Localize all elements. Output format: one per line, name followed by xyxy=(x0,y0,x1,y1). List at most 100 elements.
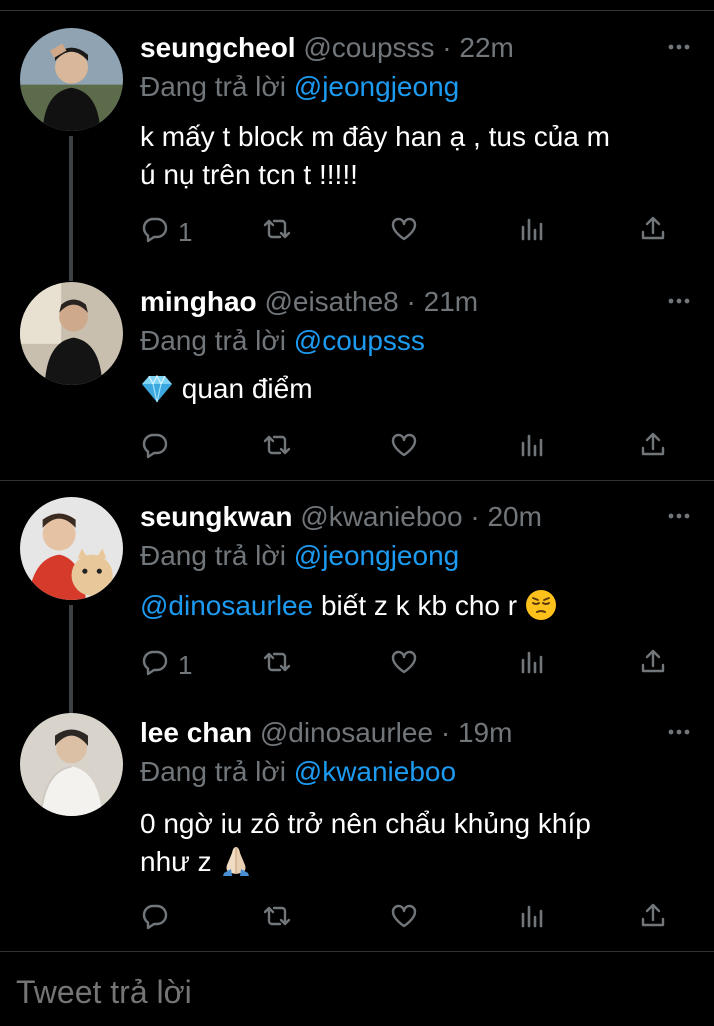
more-icon[interactable] xyxy=(666,503,692,529)
retweet-button[interactable] xyxy=(262,647,292,683)
share-icon xyxy=(638,430,668,467)
replying-to-label: Đang trả lời xyxy=(140,540,286,571)
retweet-button[interactable] xyxy=(262,214,292,250)
separator-dot: · xyxy=(440,717,451,748)
more-icon[interactable] xyxy=(666,288,692,314)
tweet-header: seungcheol @coupsss · 22m xyxy=(140,28,514,68)
retweet-icon xyxy=(262,430,292,467)
reply-icon xyxy=(140,647,170,684)
share-icon xyxy=(638,647,668,684)
replying-to-label: Đang trả lời xyxy=(140,325,286,356)
timestamp[interactable]: 19m xyxy=(458,717,512,748)
tweet[interactable]: seungcheol @coupsss · 22m Đang trả lời @… xyxy=(0,28,714,281)
display-name[interactable]: minghao xyxy=(140,286,257,317)
replying-to-label: Đang trả lời xyxy=(140,71,286,102)
display-name[interactable]: seungkwan xyxy=(140,501,292,532)
like-button[interactable] xyxy=(389,430,419,466)
replying-to: Đang trả lời @kwanieboo xyxy=(140,753,456,791)
analytics-icon xyxy=(516,647,546,684)
retweet-icon xyxy=(262,901,292,938)
tweet-text: 0 ngờ iu zô trở nên chẩu khủng khíp như … xyxy=(140,805,680,887)
reply-count: 1 xyxy=(178,649,193,680)
replying-to: Đang trả lời @jeongjeong xyxy=(140,537,459,575)
replying-to-mention[interactable]: @jeongjeong xyxy=(294,71,459,102)
tweet-text-line: k mấy t block m đây han ạ , tus của m xyxy=(140,121,610,152)
analytics-icon xyxy=(516,901,546,938)
like-icon xyxy=(389,647,419,684)
more-icon[interactable] xyxy=(666,719,692,745)
tweet[interactable]: minghao @eisathe8 · 21m Đang trả lời @co… xyxy=(0,282,714,472)
analytics-icon xyxy=(516,430,546,467)
like-button[interactable] xyxy=(389,214,419,250)
replying-to-mention[interactable]: @coupsss xyxy=(294,325,425,356)
separator-dot: · xyxy=(470,501,480,532)
display-name[interactable]: lee chan xyxy=(140,717,252,748)
tweet-text-line: 0 ngờ iu zô trở nên chẩu khủng khíp xyxy=(140,808,591,839)
like-button[interactable] xyxy=(389,647,419,683)
reply-composer xyxy=(0,954,714,1026)
tweet-text-line-2: như z xyxy=(140,843,680,887)
pensive-face-emoji xyxy=(525,589,557,631)
tweet-header: minghao @eisathe8 · 21m xyxy=(140,282,478,322)
reply-count: 1 xyxy=(178,216,193,247)
tweet-text: quan điểm xyxy=(140,370,680,414)
retweet-icon xyxy=(262,647,292,684)
retweet-icon xyxy=(262,214,292,251)
retweet-button[interactable] xyxy=(262,430,292,466)
like-button[interactable] xyxy=(389,901,419,937)
tweet-text-line: ú nụ trên tcn t !!!!! xyxy=(140,159,358,190)
timestamp[interactable]: 20m xyxy=(487,501,541,532)
share-icon xyxy=(638,901,668,938)
analytics-button[interactable] xyxy=(516,901,546,937)
tweet-text-content: quan điểm xyxy=(181,373,313,404)
tweet-actions xyxy=(140,901,680,937)
avatar[interactable] xyxy=(20,713,123,816)
user-handle[interactable]: @dinosaurlee xyxy=(260,717,433,748)
tweet[interactable]: seungkwan @kwanieboo · 20m Đang trả lời … xyxy=(0,497,714,717)
like-icon xyxy=(389,430,419,467)
timestamp[interactable]: 21m xyxy=(424,286,478,317)
share-button[interactable] xyxy=(638,430,668,466)
tweet-text-mention[interactable]: @dinosaurlee xyxy=(140,590,313,621)
reply-icon xyxy=(140,214,170,251)
tweet-text-content: như z xyxy=(140,846,212,877)
display-name[interactable]: seungcheol xyxy=(140,32,296,63)
analytics-button[interactable] xyxy=(516,430,546,466)
reply-icon xyxy=(140,901,170,938)
replying-to: Đang trả lời @jeongjeong xyxy=(140,68,459,106)
folded-hands-emoji xyxy=(219,843,253,887)
tweet[interactable]: lee chan @dinosaurlee · 19m Đang trả lời… xyxy=(0,713,714,948)
replying-to-mention[interactable]: @jeongjeong xyxy=(294,540,459,571)
share-icon xyxy=(638,214,668,251)
analytics-button[interactable] xyxy=(516,214,546,250)
top-divider xyxy=(0,10,714,11)
retweet-button[interactable] xyxy=(262,901,292,937)
replying-to-mention[interactable]: @kwanieboo xyxy=(294,756,456,787)
like-icon xyxy=(389,214,419,251)
tweet-actions: 1 xyxy=(140,214,680,250)
reply-input[interactable] xyxy=(16,974,696,1011)
more-icon[interactable] xyxy=(666,34,692,60)
reply-button[interactable] xyxy=(140,430,170,466)
share-button[interactable] xyxy=(638,901,668,937)
gem-emoji xyxy=(140,374,174,414)
tweet-actions xyxy=(140,430,680,466)
avatar[interactable] xyxy=(20,28,123,131)
timestamp[interactable]: 22m xyxy=(459,32,513,63)
reply-button[interactable]: 1 xyxy=(140,214,192,250)
user-handle[interactable]: @coupsss xyxy=(303,32,434,63)
avatar[interactable] xyxy=(20,282,123,385)
avatar[interactable] xyxy=(20,497,123,600)
reply-button[interactable] xyxy=(140,901,170,937)
user-handle[interactable]: @eisathe8 xyxy=(264,286,398,317)
tweet-text: k mấy t block m đây han ạ , tus của m ú … xyxy=(140,118,680,194)
tweet-actions: 1 xyxy=(140,647,680,683)
replying-to: Đang trả lời @coupsss xyxy=(140,322,425,360)
share-button[interactable] xyxy=(638,647,668,683)
analytics-button[interactable] xyxy=(516,647,546,683)
user-handle[interactable]: @kwanieboo xyxy=(300,501,462,532)
analytics-icon xyxy=(516,214,546,251)
thread-divider xyxy=(0,480,714,481)
reply-button[interactable]: 1 xyxy=(140,647,192,683)
share-button[interactable] xyxy=(638,214,668,250)
